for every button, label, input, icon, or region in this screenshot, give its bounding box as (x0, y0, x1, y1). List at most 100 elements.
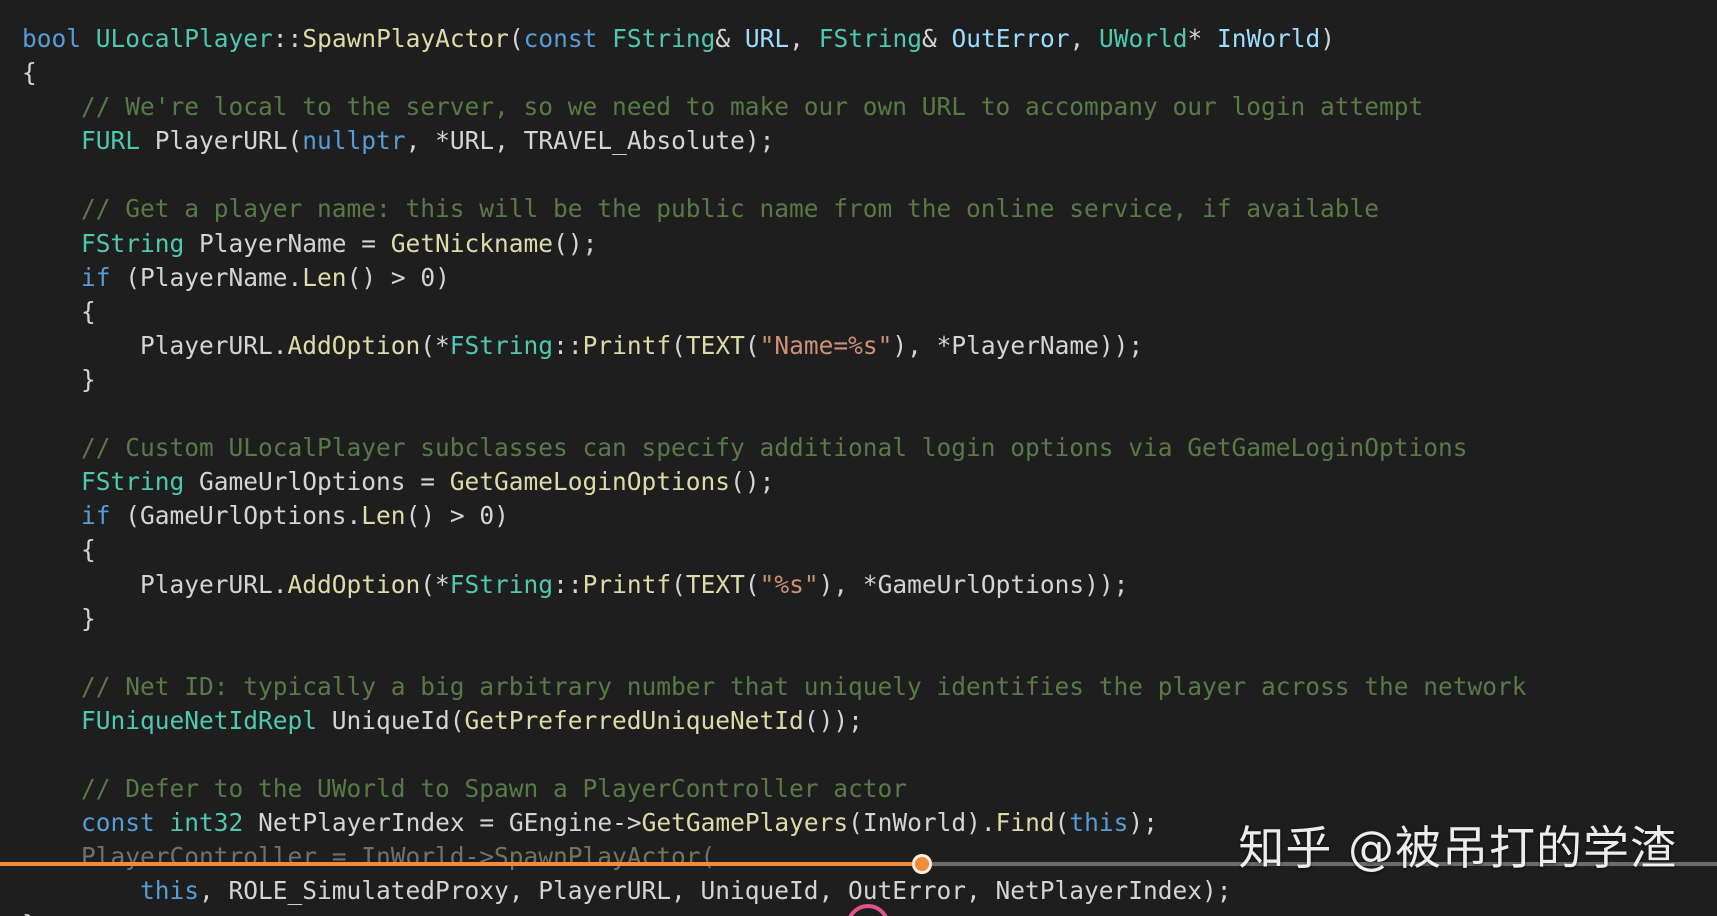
watermark-text: 知乎 @被吊打的学渣 (1238, 821, 1677, 875)
code-token: Len (302, 262, 347, 292)
code-line: if (GameUrlOptions.Len() > 0) (22, 499, 1527, 533)
code-token: , (1069, 24, 1099, 53)
code-token: // Get a player name: this will be the p… (22, 194, 1380, 224)
code-token: // Defer to the UWorld to Spawn a Player… (22, 774, 908, 804)
code-token: ( (744, 569, 760, 599)
code-token: const (81, 808, 155, 838)
code-token: bool (22, 24, 82, 53)
code-token: PlayerController = InWorld-> (22, 842, 495, 872)
code-line: FUniqueNetIdRepl UniqueId(GetPreferredUn… (22, 704, 1527, 738)
code-token: // Net ID: typically a big arbitrary num… (22, 671, 1527, 701)
code-token: GetPreferredUniqueNetId (464, 705, 804, 735)
code-line: FString GameUrlOptions = GetGameLoginOpt… (22, 465, 1527, 499)
code-token: InWorld (1217, 24, 1321, 53)
code-token: ); (1128, 808, 1158, 838)
code-token: { (22, 535, 96, 565)
code-token: FUniqueNetIdRepl (81, 705, 318, 735)
code-token: (); (553, 228, 598, 258)
code-token: () > 0) (346, 262, 450, 292)
code-token: FString (81, 228, 185, 258)
code-token: URL (744, 24, 790, 53)
code-line: } (22, 602, 1527, 636)
code-token: (* (420, 569, 450, 599)
code-line: { (22, 295, 1527, 329)
code-token: PlayerURL( (140, 126, 303, 156)
code-token: ( (700, 842, 716, 872)
code-token: Printf (582, 330, 672, 360)
code-line: // We're local to the server, so we need… (22, 90, 1527, 124)
code-line: } (22, 363, 1527, 397)
code-line: // Net ID: typically a big arbitrary num… (22, 670, 1527, 704)
code-line: if (PlayerName.Len() > 0) (22, 261, 1527, 295)
code-token: , (789, 24, 819, 53)
code-token: FString (81, 467, 185, 497)
code-token: TEXT (685, 330, 745, 360)
code-token: :: (553, 569, 583, 599)
code-token: int32 (169, 808, 244, 838)
code-token: const (523, 24, 598, 53)
code-token: (* (420, 330, 450, 360)
code-token: // Custom ULocalPlayer subclasses can sp… (22, 433, 1468, 463)
code-token: ()); (803, 705, 863, 735)
code-token: this (140, 876, 200, 906)
code-token: & (921, 24, 952, 53)
code-token: AddOption (287, 330, 421, 360)
code-token: ), *GameUrlOptions)); (818, 569, 1129, 599)
code-token: "Name=%s" (759, 330, 893, 360)
code-token: , *URL, TRAVEL_Absolute); (405, 126, 775, 156)
code-token: (); (730, 467, 775, 497)
code-token: FString (449, 569, 554, 599)
code-token: Printf (582, 569, 672, 599)
code-token: , ROLE_SimulatedProxy, PlayerURL, Unique… (199, 876, 1232, 906)
code-token: ( (671, 569, 686, 599)
code-line: bool ULocalPlayer::SpawnPlayActor(const … (22, 22, 1527, 56)
code-line: FString PlayerName = GetNickname(); (22, 227, 1527, 261)
code-editor: bool ULocalPlayer::SpawnPlayActor(const … (0, 0, 1717, 916)
code-line: // Defer to the UWorld to Spawn a Player… (22, 772, 1527, 806)
code-token: "%s" (759, 569, 819, 599)
code-token: ULocalPlayer (95, 24, 273, 53)
code-line: FURL PlayerURL(nullptr, *URL, TRAVEL_Abs… (22, 124, 1527, 158)
code-token: SpawnPlayActor (302, 24, 509, 53)
code-line: { (22, 533, 1527, 567)
code-line: { (22, 56, 1527, 90)
code-token: GameUrlOptions = (184, 467, 450, 497)
video-progress-handle[interactable] (912, 854, 933, 874)
code-line: // Get a player name: this will be the p… (22, 192, 1527, 226)
code-token: FString (612, 24, 716, 53)
code-token: :: (272, 24, 303, 53)
code-token: if (81, 262, 111, 292)
code-token: } (22, 364, 96, 394)
code-token: PlayerURL. (22, 569, 288, 599)
video-progress-fill (0, 862, 923, 866)
code-token: FString (818, 24, 922, 53)
code-token: () > 0) (405, 501, 509, 531)
code-token: ) (1320, 24, 1336, 53)
code-token: Len (361, 501, 406, 531)
code-token: UniqueId( (317, 705, 465, 735)
code-token: ( (671, 330, 686, 360)
code-block: bool ULocalPlayer::SpawnPlayActor(const … (22, 22, 1527, 916)
code-token: GetNickname (390, 228, 554, 258)
code-token: (InWorld). (848, 808, 996, 838)
code-token: GetGameLoginOptions (449, 467, 731, 497)
code-token: (GameUrlOptions. (110, 501, 362, 531)
code-token: & (715, 24, 745, 53)
code-token: { (22, 58, 37, 88)
code-token: FURL (81, 126, 141, 156)
code-token: AddOption (287, 569, 421, 599)
code-line: // Custom ULocalPlayer subclasses can sp… (22, 431, 1527, 465)
code-token: if (81, 501, 111, 531)
code-token: ), *PlayerName)); (892, 330, 1144, 360)
